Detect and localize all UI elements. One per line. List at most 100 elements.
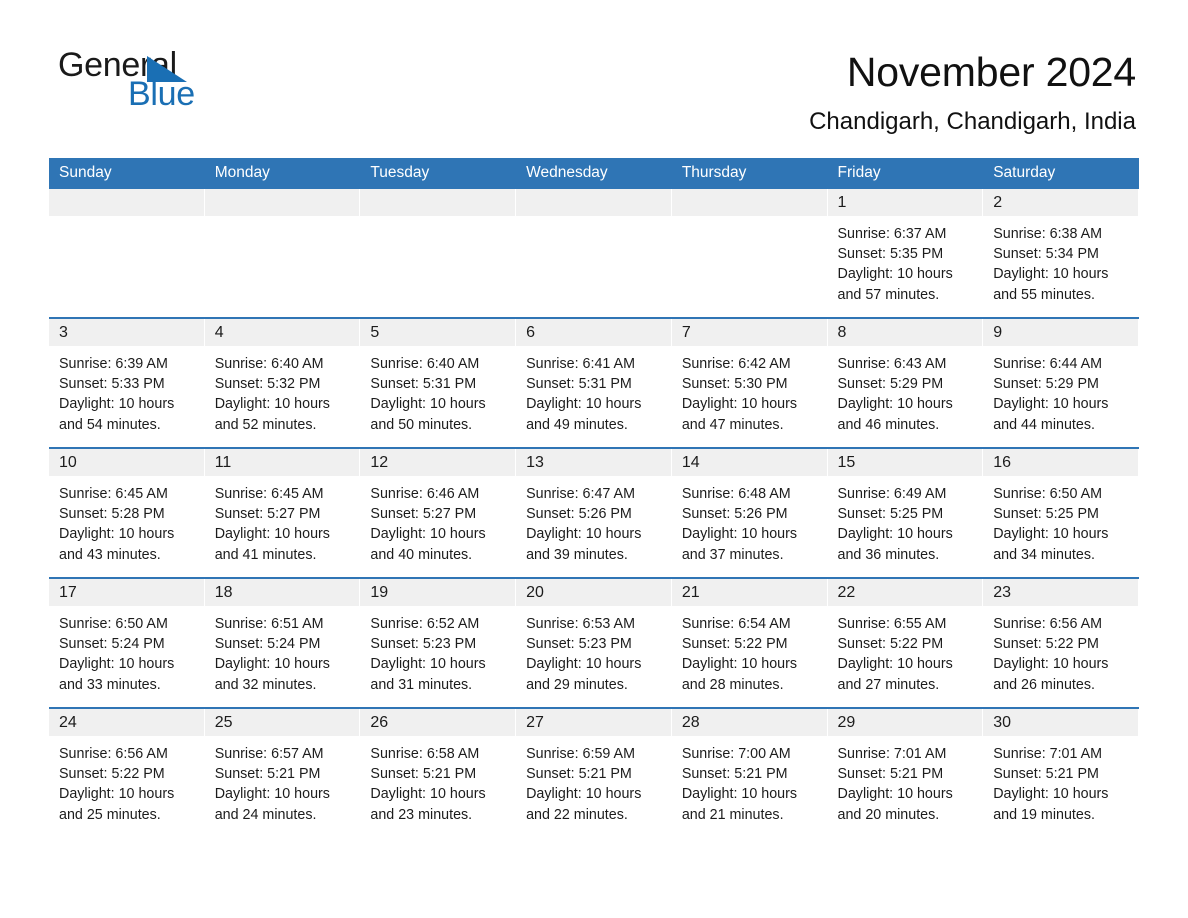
day-details: Sunrise: 6:48 AM Sunset: 5:26 PM Daylight:… bbox=[672, 476, 828, 577]
sunset-text: Sunset: 5:22 PM bbox=[837, 636, 944, 653]
sunrise-text: Sunrise: 6:56 AM bbox=[59, 746, 168, 762]
calendar-day-cell[interactable]: 29 Sunrise: 7:01 AM Sunset: 5:21 PM Dayligh… bbox=[827, 707, 984, 837]
calendar-day-cell-empty bbox=[516, 189, 672, 318]
calendar-day-cell[interactable]: 7 Sunrise: 6:42 AM Sunset: 5:30 PM Daylight… bbox=[671, 317, 828, 448]
sunset-text: Sunset: 5:31 PM bbox=[526, 376, 632, 393]
calendar-day-cell[interactable]: 9 Sunrise: 6:44 AM Sunset: 5:29 PM Daylight… bbox=[983, 317, 1139, 448]
calendar-day-cell[interactable]: 25 Sunrise: 6:57 AM Sunset: 5:21 PM Dayligh… bbox=[204, 707, 361, 837]
day-details: Sunrise: 6:45 AM Sunset: 5:27 PM Daylight:… bbox=[205, 476, 361, 577]
day-number: 2 bbox=[983, 189, 1139, 216]
calendar-day-cell[interactable]: 23 Sunrise: 6:56 AM Sunset: 5:22 PM Dayligh… bbox=[983, 577, 1139, 708]
calendar-day-cell[interactable]: 20 Sunrise: 6:53 AM Sunset: 5:23 PM Dayligh… bbox=[516, 577, 672, 708]
calendar-day-cell-empty bbox=[49, 189, 205, 318]
calendar-week-row: 24 Sunrise: 6:56 AM Sunset: 5:22 PM Dayligh… bbox=[49, 707, 1139, 837]
sunset-text: Sunset: 5:22 PM bbox=[993, 636, 1099, 653]
sunrise-text: Sunrise: 6:41 AM bbox=[526, 356, 635, 372]
daylight-text: Daylight: 10 hours and 31 minutes. bbox=[370, 656, 486, 693]
daylight-text: Daylight: 10 hours and 54 minutes. bbox=[59, 396, 175, 433]
calendar-day-cell[interactable]: 4 Sunrise: 6:40 AM Sunset: 5:32 PM Daylight… bbox=[204, 317, 361, 448]
calendar-week-row: 1 Sunrise: 6:37 AM Sunset: 5:35 PM Daylight… bbox=[49, 189, 1139, 318]
calendar-day-cell[interactable]: 8 Sunrise: 6:43 AM Sunset: 5:29 PM Daylight… bbox=[827, 317, 984, 448]
calendar-day-cell[interactable]: 5 Sunrise: 6:40 AM Sunset: 5:31 PM Daylight… bbox=[360, 317, 517, 448]
day-details: Sunrise: 6:45 AM Sunset: 5:28 PM Daylight:… bbox=[49, 476, 205, 577]
sunset-text: Sunset: 5:24 PM bbox=[214, 636, 321, 653]
sunset-text: Sunset: 5:21 PM bbox=[370, 766, 477, 783]
calendar-week-row: 10 Sunrise: 6:45 AM Sunset: 5:28 PM Dayligh… bbox=[49, 447, 1139, 578]
sunset-text: Sunset: 5:22 PM bbox=[681, 636, 788, 653]
daylight-text: Daylight: 10 hours and 41 minutes. bbox=[214, 526, 330, 563]
sunrise-text: Sunrise: 6:43 AM bbox=[837, 356, 947, 372]
daylight-text: Daylight: 10 hours and 32 minutes. bbox=[214, 656, 330, 693]
sunset-text: Sunset: 5:27 PM bbox=[214, 506, 321, 523]
day-number: 25 bbox=[204, 709, 361, 736]
day-number: 16 bbox=[983, 449, 1139, 476]
sunset-text: Sunset: 5:29 PM bbox=[837, 376, 944, 393]
daylight-text: Daylight: 10 hours and 47 minutes. bbox=[681, 396, 798, 433]
daylight-text: Daylight: 10 hours and 21 minutes. bbox=[681, 786, 798, 823]
weekday-header-thursday: Thursday bbox=[671, 158, 828, 189]
calendar-day-cell[interactable]: 14 Sunrise: 6:48 AM Sunset: 5:26 PM Dayligh… bbox=[671, 447, 828, 578]
sunset-text: Sunset: 5:21 PM bbox=[681, 766, 788, 783]
day-details: Sunrise: 6:49 AM Sunset: 5:25 PM Daylight:… bbox=[828, 476, 984, 577]
day-number: 18 bbox=[204, 579, 361, 606]
day-number: 23 bbox=[983, 579, 1139, 606]
sunrise-text: Sunrise: 7:00 AM bbox=[681, 746, 791, 762]
weekday-header-friday: Friday bbox=[827, 158, 984, 189]
calendar-day-cell[interactable]: 30 Sunrise: 7:01 AM Sunset: 5:21 PM Dayligh… bbox=[983, 707, 1139, 837]
calendar-day-cell[interactable]: 15 Sunrise: 6:49 AM Sunset: 5:25 PM Dayligh… bbox=[827, 447, 984, 578]
sunrise-text: Sunrise: 6:38 AM bbox=[993, 226, 1103, 242]
daylight-text: Daylight: 10 hours and 26 minutes. bbox=[993, 656, 1109, 693]
calendar-day-cell[interactable]: 16 Sunrise: 6:50 AM Sunset: 5:25 PM Dayligh… bbox=[983, 447, 1139, 578]
sunrise-text: Sunrise: 6:53 AM bbox=[526, 616, 635, 632]
day-number: 29 bbox=[827, 709, 984, 736]
calendar-day-cell[interactable]: 22 Sunrise: 6:55 AM Sunset: 5:22 PM Dayligh… bbox=[827, 577, 984, 708]
day-details bbox=[360, 216, 516, 317]
day-number: 11 bbox=[204, 449, 361, 476]
generalblue-logo[interactable]: General Blue bbox=[58, 48, 248, 114]
calendar-day-cell[interactable]: 26 Sunrise: 6:58 AM Sunset: 5:21 PM Dayligh… bbox=[360, 707, 517, 837]
calendar-day-cell[interactable]: 27 Sunrise: 6:59 AM Sunset: 5:21 PM Dayligh… bbox=[516, 707, 672, 837]
calendar-day-cell[interactable]: 1 Sunrise: 6:37 AM Sunset: 5:35 PM Daylight… bbox=[827, 189, 984, 318]
day-number: 3 bbox=[49, 319, 205, 346]
daylight-text: Daylight: 10 hours and 46 minutes. bbox=[837, 396, 953, 433]
weekday-header-wednesday: Wednesday bbox=[516, 158, 672, 189]
day-number: 1 bbox=[827, 189, 984, 216]
daylight-text: Daylight: 10 hours and 55 minutes. bbox=[993, 266, 1109, 303]
page-title: November 2024 bbox=[846, 49, 1136, 95]
day-number: 8 bbox=[827, 319, 984, 346]
day-details bbox=[49, 216, 205, 317]
sunrise-text: Sunrise: 6:56 AM bbox=[993, 616, 1103, 632]
calendar-day-cell[interactable]: 12 Sunrise: 6:46 AM Sunset: 5:27 PM Dayligh… bbox=[360, 447, 517, 578]
sunset-text: Sunset: 5:23 PM bbox=[526, 636, 632, 653]
calendar-day-cell[interactable]: 11 Sunrise: 6:45 AM Sunset: 5:27 PM Dayligh… bbox=[204, 447, 361, 578]
daylight-text: Daylight: 10 hours and 29 minutes. bbox=[526, 656, 642, 693]
sunrise-text: Sunrise: 6:52 AM bbox=[370, 616, 480, 632]
day-number bbox=[671, 189, 828, 216]
weekday-header-row: Sunday Monday Tuesday Wednesday Thursday… bbox=[49, 158, 1139, 189]
calendar-day-cell[interactable]: 13 Sunrise: 6:47 AM Sunset: 5:26 PM Dayligh… bbox=[516, 447, 672, 578]
sunset-text: Sunset: 5:21 PM bbox=[526, 766, 632, 783]
daylight-text: Daylight: 10 hours and 37 minutes. bbox=[681, 526, 798, 563]
calendar-day-cell[interactable]: 6 Sunrise: 6:41 AM Sunset: 5:31 PM Daylight… bbox=[516, 317, 672, 448]
calendar-day-cell[interactable]: 19 Sunrise: 6:52 AM Sunset: 5:23 PM Dayligh… bbox=[360, 577, 517, 708]
calendar-day-cell[interactable]: 28 Sunrise: 7:00 AM Sunset: 5:21 PM Dayligh… bbox=[671, 707, 828, 837]
sunset-text: Sunset: 5:31 PM bbox=[370, 376, 477, 393]
day-details: Sunrise: 6:50 AM Sunset: 5:25 PM Daylight:… bbox=[983, 476, 1139, 577]
calendar-day-cell[interactable]: 18 Sunrise: 6:51 AM Sunset: 5:24 PM Dayligh… bbox=[204, 577, 361, 708]
day-number: 12 bbox=[360, 449, 517, 476]
daylight-text: Daylight: 10 hours and 22 minutes. bbox=[526, 786, 642, 823]
day-number: 6 bbox=[516, 319, 672, 346]
day-number: 19 bbox=[360, 579, 517, 606]
calendar-day-cell[interactable]: 21 Sunrise: 6:54 AM Sunset: 5:22 PM Dayligh… bbox=[671, 577, 828, 708]
calendar-day-cell[interactable]: 2 Sunrise: 6:38 AM Sunset: 5:34 PM Daylight… bbox=[983, 189, 1139, 318]
calendar-day-cell[interactable]: 24 Sunrise: 6:56 AM Sunset: 5:22 PM Dayligh… bbox=[49, 707, 205, 837]
day-details bbox=[205, 216, 361, 317]
sunrise-text: Sunrise: 6:51 AM bbox=[214, 616, 324, 632]
sunrise-text: Sunrise: 6:39 AM bbox=[59, 356, 168, 372]
day-details: Sunrise: 7:00 AM Sunset: 5:21 PM Daylight:… bbox=[672, 736, 828, 837]
page-header: General Blue November 2024 Chandigarh, C… bbox=[0, 0, 1188, 135]
calendar-day-cell[interactable]: 3 Sunrise: 6:39 AM Sunset: 5:33 PM Daylight… bbox=[49, 317, 205, 448]
calendar-day-cell[interactable]: 10 Sunrise: 6:45 AM Sunset: 5:28 PM Dayligh… bbox=[49, 447, 205, 578]
daylight-text: Daylight: 10 hours and 50 minutes. bbox=[370, 396, 486, 433]
calendar-day-cell[interactable]: 17 Sunrise: 6:50 AM Sunset: 5:24 PM Dayligh… bbox=[49, 577, 205, 708]
